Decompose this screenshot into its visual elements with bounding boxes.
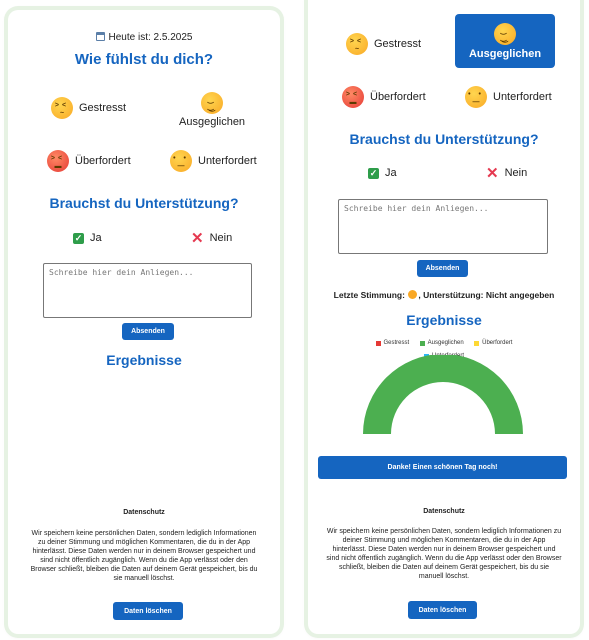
legend-label: Überfordert [482,340,513,346]
last-mood-label: Letzte Stimmung: [333,290,405,300]
date-line: Heute ist: 2.5.2025 [8,32,280,43]
cross-mark-icon: ✕ [486,164,499,182]
support-no-option[interactable]: ✕ Nein [191,229,233,247]
send-button[interactable]: Absenden [417,260,468,277]
delete-data-button[interactable]: Daten löschen [408,601,477,619]
delete-data-button[interactable]: Daten löschen [113,602,183,620]
no-label: Nein [209,232,233,244]
tired-face-icon: >< ▬ [342,86,364,108]
privacy-title: Datenschutz [423,508,465,515]
thanks-button[interactable]: Danke! Einen schönen Tag noch! [318,456,567,479]
last-mood-line: Letzte Stimmung: , Unterstützung: Nicht … [308,290,580,300]
last-support-text: , Unterstützung: Nicht angegeben [418,290,555,300]
chart-segment-ausgeglichen[interactable] [363,355,523,434]
privacy-text: Wir speichern keine persönlichen Daten, … [326,528,562,580]
tired-face-icon: >< ▬ [47,150,69,172]
mood-label: Unterfordert [493,91,552,103]
mood-option-unterfordert[interactable]: • • — Unterfordert [465,86,552,108]
legend-label: Gestresst [383,340,410,346]
calendar-icon [95,32,105,41]
check-box-icon: ✓ [73,232,84,244]
mood-distribution-chart [363,355,523,434]
support-question: Brauchst du Unterstützung? [49,195,239,211]
mood-option-ausgeglichen-selected[interactable]: ‿ ‿ ‿ Ausgeglichen [455,14,555,68]
confounded-face-icon: >< ~ [346,33,368,55]
yes-label: Ja [90,232,102,244]
date-text: Heute ist: 2.5.2025 [108,32,193,43]
legend-item-ueberfordert[interactable]: Überfordert [474,338,512,349]
mood-option-unterfordert[interactable]: • • — Unterfordert [170,150,257,172]
mood-option-ausgeglichen[interactable]: ‿ ‿ ‿ Ausgeglichen [179,92,245,128]
mood-label: Gestresst [374,38,422,50]
support-no-option[interactable]: ✕ Nein [486,164,528,182]
privacy-text: Wir speichern keine persönlichen Daten, … [30,530,258,582]
cross-mark-icon: ✕ [191,229,204,247]
app-panel-after-submit: >< ~ Gestresst ‿ ‿ ‿ Ausgeglichen >< ▬ Über… [308,0,580,634]
legend-item-gestresst[interactable]: Gestresst [375,338,410,349]
app-panel-initial: Heute ist: 2.5.2025 Wie fühlst du dich? … [8,10,280,634]
mood-option-ueberfordert[interactable]: >< ▬ Überfordert [47,150,131,172]
privacy-title: Datenschutz [123,509,165,516]
support-yes-option[interactable]: ✓ Ja [73,232,102,244]
relieved-face-icon [408,290,418,299]
mood-label: Unterfordert [198,155,257,167]
check-box-icon: ✓ [368,167,379,179]
mood-label: Ausgeglichen [468,47,542,60]
mood-label: Gestresst [79,102,127,114]
mood-label: Überfordert [75,155,131,167]
support-question: Brauchst du Unterstützung? [349,131,539,147]
send-button[interactable]: Absenden [122,323,174,340]
legend-item-ausgeglichen[interactable]: Ausgeglichen [419,338,464,349]
relieved-face-icon: ‿ ‿ ‿ [494,22,516,45]
neutral-face-icon: • • — [170,150,192,172]
neutral-face-icon: • • — [465,86,487,108]
yes-label: Ja [385,167,397,179]
mood-option-ueberfordert[interactable]: >< ▬ Überfordert [342,86,426,108]
results-title: Ergebnisse [406,312,482,328]
concern-textarea[interactable] [43,263,252,318]
support-yes-option[interactable]: ✓ Ja [368,167,397,179]
no-label: Nein [504,167,528,179]
concern-textarea[interactable] [338,199,548,254]
mood-label: Überfordert [370,91,426,103]
confounded-face-icon: >< ~ [51,97,73,119]
mood-label: Ausgeglichen [179,116,246,128]
mood-option-gestresst[interactable]: >< ~ Gestresst [51,97,126,119]
legend-label: Ausgeglichen [427,340,464,346]
relieved-face-icon: ‿ ‿ ‿ [201,92,224,114]
mood-option-gestresst[interactable]: >< ~ Gestresst [346,33,421,55]
mood-question: Wie fühlst du dich? [74,51,214,68]
results-title: Ergebnisse [106,352,182,368]
